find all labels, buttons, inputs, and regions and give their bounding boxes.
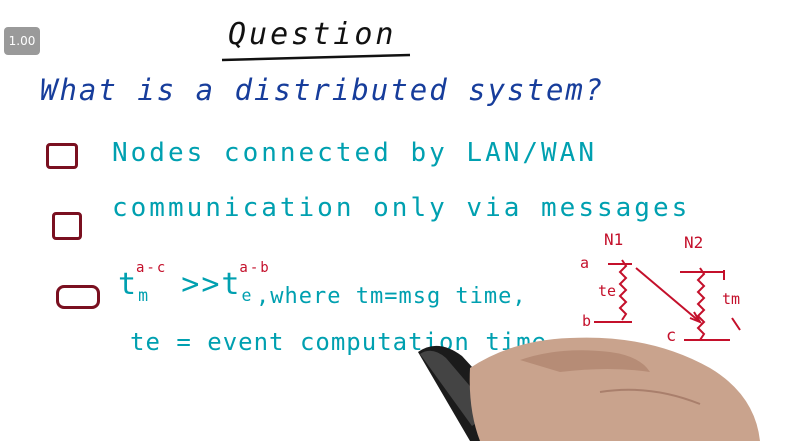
lecture-canvas: 1.00 Question What is a distributed syst…: [0, 0, 785, 441]
tm-superscript: a-c: [136, 260, 168, 276]
question-text: What is a distributed system?: [40, 73, 605, 107]
event-b-label: b: [582, 312, 592, 330]
checkbox-option-3[interactable]: [56, 285, 100, 309]
much-greater-than: >>: [181, 267, 222, 302]
event-a-label: a: [580, 254, 590, 272]
te-superscript: a-b: [239, 260, 271, 276]
node-n1-label: N1: [604, 230, 624, 249]
option-3-line2-text: te = event computation time: [130, 328, 548, 356]
option-3-where-text: ,where tm=msg time,: [256, 284, 527, 309]
tm-interval-label: tm: [722, 290, 741, 308]
checkbox-option-1[interactable]: [46, 143, 78, 169]
option-2-text: communication only via messages: [112, 193, 691, 223]
slide-title: Question: [228, 17, 397, 52]
node-n2-label: N2: [684, 233, 704, 252]
te-interval-label: te: [598, 282, 617, 300]
playback-speed-badge[interactable]: 1.00: [4, 27, 40, 55]
checkbox-option-2[interactable]: [52, 212, 82, 240]
option-1-text: Nodes connected by LAN/WAN: [112, 138, 597, 168]
event-c-label: c: [666, 326, 677, 346]
